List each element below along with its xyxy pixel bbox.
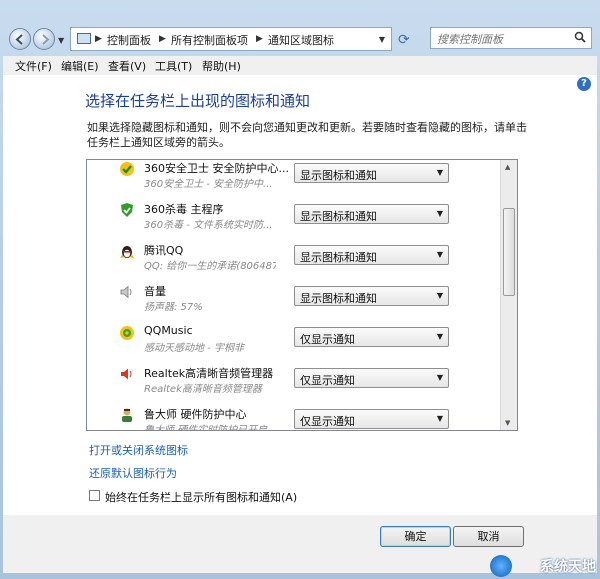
address-dropdown-icon[interactable]: ▼ xyxy=(379,35,385,44)
breadcrumb-notification-icons[interactable]: 通知区域图标 xyxy=(268,32,334,48)
item-name: 360杀毒 主程序 xyxy=(144,203,224,216)
page-title: 选择在任务栏上出现的图标和通知 xyxy=(85,92,311,110)
behavior-value: 仅显示通知 xyxy=(300,415,355,428)
back-button[interactable] xyxy=(9,28,31,50)
search-input[interactable] xyxy=(435,30,569,48)
cancel-button[interactable]: 取消 xyxy=(453,526,524,547)
watermark-logo-icon xyxy=(490,555,512,577)
realtek-speaker-icon xyxy=(121,368,132,380)
forward-button[interactable] xyxy=(33,28,55,50)
menu-bar: 文件(F) 编辑(E) 查看(V) 工具(T) 帮助(H) xyxy=(3,56,597,76)
menu-help[interactable]: 帮助(H) xyxy=(202,58,241,74)
volume-icon xyxy=(120,285,132,299)
address-bar[interactable]: ▶ 控制面板 ▶ 所有控制面板项 ▶ 通知区域图标 ▼ xyxy=(70,27,392,51)
always-show-checkbox[interactable] xyxy=(89,490,100,501)
behavior-select[interactable]: 仅显示通知 ▼ xyxy=(294,327,449,347)
breadcrumb-separator-icon: ▶ xyxy=(159,34,166,44)
list-scrollbar[interactable]: ▲ ▼ xyxy=(500,160,517,430)
watermark-text: 系统天地 xyxy=(540,559,596,575)
list-item: Realtek高清晰音频管理器 Realtek高清晰音频管理器 仅显示通知 ▼ xyxy=(87,363,501,404)
item-subtitle: 扬声器: 57% xyxy=(144,302,203,313)
behavior-select[interactable]: 显示图标和通知 ▼ xyxy=(294,163,449,183)
breadcrumb-control-panel[interactable]: 控制面板 xyxy=(107,32,151,48)
behavior-select[interactable]: 仅显示通知 ▼ xyxy=(294,409,449,429)
behavior-select[interactable]: 显示图标和通知 ▼ xyxy=(294,204,449,224)
behavior-value: 显示图标和通知 xyxy=(300,169,377,182)
help-icon[interactable]: ? xyxy=(577,77,591,91)
item-subtitle: 360杀毒 - 文件系统实时防... xyxy=(144,220,273,231)
ok-button[interactable]: 确定 xyxy=(380,526,451,547)
behavior-select[interactable]: 仅显示通知 ▼ xyxy=(294,368,449,388)
search-box[interactable] xyxy=(430,27,592,49)
chevron-down-icon: ▼ xyxy=(436,332,443,341)
menu-view[interactable]: 查看(V) xyxy=(108,58,146,74)
chevron-down-icon: ▼ xyxy=(436,414,443,423)
list-item: 音量 扬声器: 57% 显示图标和通知 ▼ xyxy=(87,281,501,322)
behavior-value: 仅显示通知 xyxy=(300,374,355,387)
list-item: 鲁大师 硬件防护中心 鲁大师 硬件实时防护已开启 仅显示通知 ▼ xyxy=(87,404,501,431)
item-name: 音量 xyxy=(144,285,166,298)
360-antivirus-icon xyxy=(121,203,133,217)
scroll-up-icon[interactable]: ▲ xyxy=(505,163,510,171)
page-description: 如果选择隐藏图标和通知，则不会向您通知更改和更新。若要随时查看隐藏的图标，请单击… xyxy=(87,121,527,149)
search-icon[interactable] xyxy=(574,31,586,43)
item-subtitle: Realtek高清晰音频管理器 xyxy=(144,384,262,395)
chevron-down-icon: ▼ xyxy=(436,168,443,177)
item-name: 360安全卫士 安全防护中心... xyxy=(144,162,289,175)
item-name: Realtek高清晰音频管理器 xyxy=(144,367,274,380)
list-item: 360安全卫士 安全防护中心... 360安全卫士 - 安全防护中... 显示图… xyxy=(87,160,501,199)
behavior-value: 显示图标和通知 xyxy=(300,210,377,223)
address-toolbar: ▼ ▶ 控制面板 ▶ 所有控制面板项 ▶ 通知区域图标 ▼ ⟳ xyxy=(0,22,600,56)
breadcrumb-separator-icon: ▶ xyxy=(256,34,263,44)
breadcrumb-separator-icon: ▶ xyxy=(95,34,102,44)
behavior-select[interactable]: 显示图标和通知 ▼ xyxy=(294,286,449,306)
back-arrow-icon xyxy=(15,34,23,45)
item-subtitle: 感动天感动地 - 宇桐非 xyxy=(144,343,244,354)
ludashi-icon xyxy=(122,408,132,422)
scrollbar-thumb[interactable] xyxy=(503,208,515,296)
360-safe-icon xyxy=(120,162,134,176)
list-item: QQMusic 感动天感动地 - 宇桐非 仅显示通知 ▼ xyxy=(87,322,501,363)
list-item: 360杀毒 主程序 360杀毒 - 文件系统实时防... 显示图标和通知 ▼ xyxy=(87,199,501,240)
item-subtitle: QQ: 给你一生的承诺(806487... xyxy=(144,261,276,272)
chevron-down-icon: ▼ xyxy=(436,250,443,259)
scroll-down-icon[interactable]: ▼ xyxy=(505,419,510,427)
chevron-down-icon: ▼ xyxy=(436,209,443,218)
content-pane: ? 选择在任务栏上出现的图标和通知 如果选择隐藏图标和通知，则不会向您通知更改和… xyxy=(3,75,597,515)
always-show-label: 始终在任务栏上显示所有图标和通知(A) xyxy=(105,491,298,504)
item-name: 腾讯QQ xyxy=(144,244,184,257)
recent-pages-chevron-icon[interactable]: ▼ xyxy=(58,36,64,45)
behavior-value: 显示图标和通知 xyxy=(300,251,377,264)
qqmusic-icon xyxy=(120,326,134,340)
menu-edit[interactable]: 编辑(E) xyxy=(61,58,99,74)
list-item: 腾讯QQ QQ: 给你一生的承诺(806487... 显示图标和通知 ▼ xyxy=(87,240,501,281)
item-subtitle: 鲁大师 硬件实时防护已开启 xyxy=(144,425,268,431)
notification-icons-list: 360安全卫士 安全防护中心... 360安全卫士 - 安全防护中... 显示图… xyxy=(86,159,518,431)
menu-tools[interactable]: 工具(T) xyxy=(155,58,192,74)
menu-file[interactable]: 文件(F) xyxy=(15,58,52,74)
restore-defaults-link[interactable]: 还原默认图标行为 xyxy=(89,465,177,481)
item-name: 鲁大师 硬件防护中心 xyxy=(144,408,247,421)
behavior-select[interactable]: 显示图标和通知 ▼ xyxy=(294,245,449,265)
qq-icon xyxy=(120,246,134,258)
control-panel-icon xyxy=(77,33,91,44)
system-icons-link[interactable]: 打开或关闭系统图标 xyxy=(89,442,188,458)
item-subtitle: 360安全卫士 - 安全防护中... xyxy=(144,179,273,190)
breadcrumb-all-items[interactable]: 所有控制面板项 xyxy=(171,32,248,48)
chevron-down-icon: ▼ xyxy=(436,291,443,300)
window-frame: ▼ ▶ 控制面板 ▶ 所有控制面板项 ▶ 通知区域图标 ▼ ⟳ 文件(F) 编辑… xyxy=(0,0,600,579)
behavior-value: 显示图标和通知 xyxy=(300,292,377,305)
refresh-icon[interactable]: ⟳ xyxy=(398,32,410,48)
forward-arrow-icon xyxy=(42,34,50,45)
chevron-down-icon: ▼ xyxy=(436,373,443,382)
item-name: QQMusic xyxy=(144,324,193,337)
behavior-value: 仅显示通知 xyxy=(300,333,355,346)
